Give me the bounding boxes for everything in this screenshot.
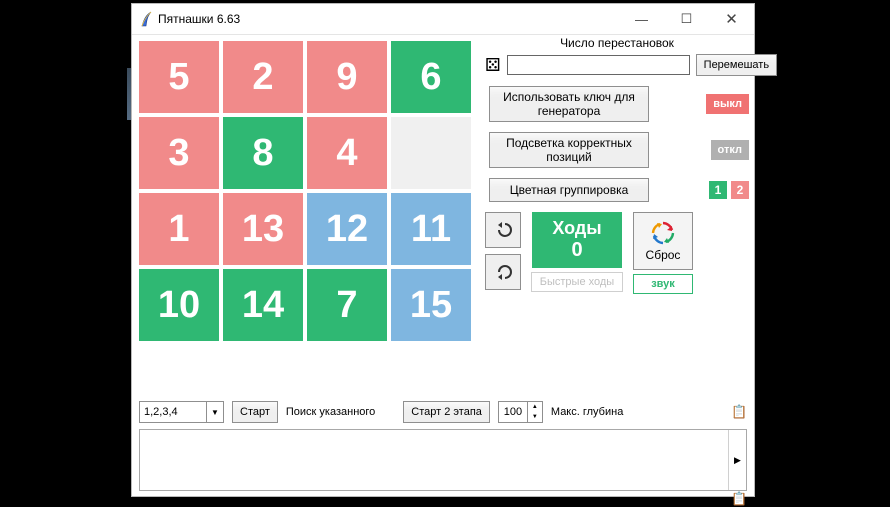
app-window: Пятнашки 6.63 — ☐ ✕ 52963841131211101471… <box>131 3 755 497</box>
sound-button[interactable]: звук <box>633 274 693 294</box>
clipboard-icon[interactable]: 📋 <box>731 404 747 420</box>
color-group-button[interactable]: Цветная группировка <box>489 178 649 202</box>
empty-slot <box>391 117 471 189</box>
tile-12[interactable]: 12 <box>307 193 387 265</box>
tile-6[interactable]: 6 <box>391 41 471 113</box>
depth-spinner[interactable]: 100 ▲▼ <box>498 401 543 423</box>
chevron-down-icon[interactable]: ▼ <box>207 401 224 423</box>
start-stage2-button[interactable]: Старт 2 этапа <box>403 401 490 423</box>
search-label: Поиск указанного <box>286 406 375 418</box>
color-chip-1[interactable]: 1 <box>709 181 727 199</box>
reset-button[interactable]: Сброс <box>633 212 693 270</box>
sequence-combo[interactable]: 1,2,3,4 ▼ <box>139 401 224 423</box>
maximize-button[interactable]: ☐ <box>664 5 709 34</box>
color-chip-2[interactable]: 2 <box>731 181 749 199</box>
start-button[interactable]: Старт <box>232 401 278 423</box>
highlight-state[interactable]: откл <box>711 140 749 160</box>
clipboard-icon-2[interactable]: 📋 <box>731 491 747 507</box>
tile-1[interactable]: 1 <box>139 193 219 265</box>
tile-13[interactable]: 13 <box>223 193 303 265</box>
tile-11[interactable]: 11 <box>391 193 471 265</box>
spin-down-icon[interactable]: ▼ <box>528 412 542 422</box>
permutations-label: Число перестановок <box>485 36 749 50</box>
results-listbox[interactable]: ▶ <box>139 429 747 491</box>
shuffle-button[interactable]: Перемешать <box>696 54 777 76</box>
redo-button[interactable] <box>485 254 521 290</box>
use-key-state[interactable]: выкл <box>706 94 749 114</box>
tile-5[interactable]: 5 <box>139 41 219 113</box>
permutations-input[interactable] <box>507 55 690 75</box>
reset-label: Сброс <box>646 248 681 262</box>
highlight-button[interactable]: Подсветка корректных позиций <box>489 132 649 168</box>
tile-10[interactable]: 10 <box>139 269 219 341</box>
results-area <box>140 430 728 490</box>
app-icon <box>140 11 152 27</box>
use-key-button[interactable]: Использовать ключ для генератора <box>489 86 649 122</box>
sequence-value: 1,2,3,4 <box>139 401 207 423</box>
bottom-panel: 1,2,3,4 ▼ Старт Поиск указанного Старт 2… <box>139 401 747 507</box>
tile-9[interactable]: 9 <box>307 41 387 113</box>
scrollbar[interactable]: ▶ <box>728 430 746 490</box>
close-button[interactable]: ✕ <box>709 5 754 34</box>
tile-8[interactable]: 8 <box>223 117 303 189</box>
undo-button[interactable] <box>485 212 521 248</box>
moves-number: 0 <box>571 239 582 262</box>
tile-14[interactable]: 14 <box>223 269 303 341</box>
minimize-button[interactable]: — <box>619 5 664 34</box>
tile-15[interactable]: 15 <box>391 269 471 341</box>
spin-up-icon[interactable]: ▲ <box>528 402 542 412</box>
tile-2[interactable]: 2 <box>223 41 303 113</box>
titlebar[interactable]: Пятнашки 6.63 — ☐ ✕ <box>132 4 754 35</box>
depth-value: 100 <box>498 401 528 423</box>
tile-7[interactable]: 7 <box>307 269 387 341</box>
dice-icon[interactable]: ⚄ <box>485 55 501 75</box>
tile-3[interactable]: 3 <box>139 117 219 189</box>
window-title: Пятнашки 6.63 <box>158 12 619 26</box>
tile-4[interactable]: 4 <box>307 117 387 189</box>
moves-label: Ходы <box>552 218 601 239</box>
fast-moves-button[interactable]: Быстрые ходы <box>531 272 623 292</box>
moves-counter: Ходы 0 <box>532 212 622 268</box>
side-panel: Число перестановок ⚄ Перемешать Использо… <box>485 36 749 294</box>
game-board: 5296 384 1131211 1014715 <box>139 41 471 341</box>
depth-label: Макс. глубина <box>551 406 623 418</box>
